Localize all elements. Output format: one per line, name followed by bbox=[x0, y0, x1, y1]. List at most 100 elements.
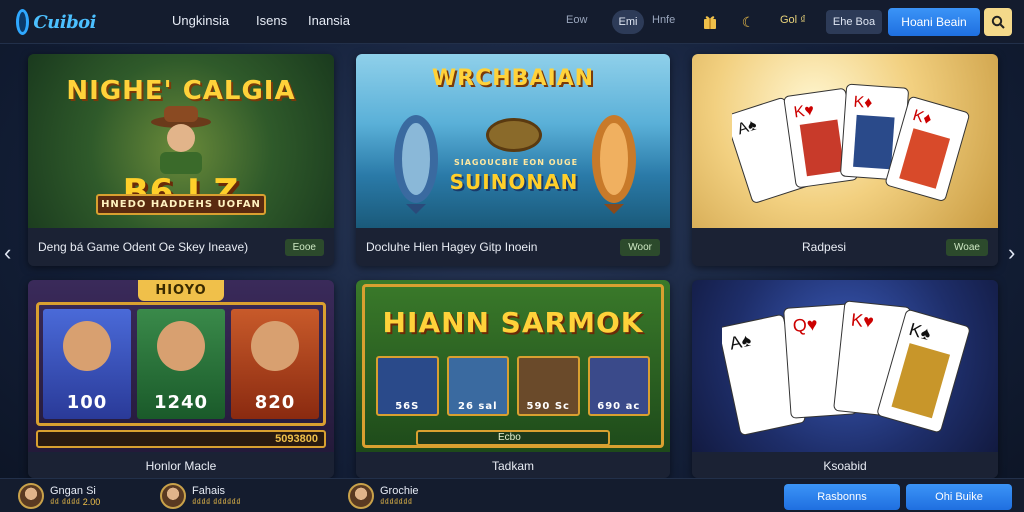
player-item-2[interactable]: Fahais ₫₫₫₫ ₫₫₫₫₫₫ bbox=[160, 483, 241, 509]
slot-symbol-1: 56S bbox=[376, 356, 439, 416]
card-2-art-subtitle-2: SUINONAN bbox=[449, 170, 579, 194]
svg-text:K♥: K♥ bbox=[793, 102, 815, 122]
svg-text:K♥: K♥ bbox=[850, 310, 875, 332]
card-4-art-banner: HIOYO bbox=[138, 280, 224, 301]
card-2-art-title: WRCHBAIAN bbox=[431, 66, 595, 91]
slot-symbol-2-label: 26 sal bbox=[457, 401, 498, 412]
gift-icon[interactable] bbox=[698, 10, 722, 34]
game-card-2-footer: Docluhe Hien Hagey Gitp Inoein Woor bbox=[356, 228, 670, 266]
card-5-art-title: HIANN SARMOK bbox=[382, 306, 644, 339]
game-card-5-title: Tadkam bbox=[491, 459, 535, 473]
card-2-art-subtitle-1: SIAGOUCBIE EON OUGE bbox=[453, 158, 579, 167]
player-3-name: Grochie bbox=[380, 484, 419, 497]
playing-cards-icon-2: A♠ Q♥ K♥ K♠ bbox=[718, 290, 972, 455]
player-2-name: Fahais bbox=[192, 484, 226, 497]
site-logo[interactable]: Cuiboi bbox=[16, 6, 96, 38]
bottom-button-2[interactable]: Ohi Buike bbox=[906, 484, 1012, 510]
game-card-2-tag[interactable]: Woor bbox=[620, 238, 660, 256]
game-card-1-art: NIGHE' CALGIA B6 I Z HNEDO HADDEHS UOFAN bbox=[28, 54, 334, 228]
game-card-6-footer: Ksoabid bbox=[692, 454, 998, 478]
game-card-1-title: Deng bá Game Odent Oe Skey Ineave) bbox=[38, 240, 249, 254]
cowboy-character-icon bbox=[148, 104, 214, 174]
game-card-6[interactable]: A♠ Q♥ K♥ K♠ Ksoabid bbox=[692, 280, 998, 478]
game-card-2-title: Docluhe Hien Hagey Gitp Inoein bbox=[366, 240, 538, 254]
slot-reel-1: 100 bbox=[43, 309, 131, 419]
slot-symbol-2: 26 sal bbox=[446, 356, 509, 416]
game-card-2[interactable]: WRCHBAIAN SIAGOUCBIE EON OUGE SUINONAN D… bbox=[356, 54, 670, 266]
player-1-name: Gngan Si bbox=[50, 484, 96, 497]
game-card-1-footer: Deng bá Game Odent Oe Skey Ineave) Eooe bbox=[28, 228, 334, 266]
slot-value-2: 1240 bbox=[153, 392, 209, 413]
nav-link-3[interactable]: Inansia bbox=[308, 13, 350, 28]
search-icon bbox=[991, 15, 1005, 29]
header-primary-button[interactable]: Hoani Beain bbox=[888, 8, 980, 36]
game-card-5-art: HIANN SARMOK 56S 26 sal 590 Sc 690 ac Ec… bbox=[356, 280, 670, 452]
slot-symbol-1-label: 56S bbox=[395, 401, 420, 412]
slot-symbol-4: 690 ac bbox=[587, 356, 650, 416]
top-navigation-bar: Cuiboi Ungkinsia Isens Inansia Eow Emi H… bbox=[0, 0, 1024, 44]
game-card-4[interactable]: HIOYO 100 1240 820 5093800 Honlor Macle bbox=[28, 280, 334, 478]
moon-icon[interactable]: ☾ bbox=[736, 10, 760, 34]
game-card-3[interactable]: A♠ K♥ K♦ K♦ Radpesi Woae bbox=[692, 54, 998, 266]
playing-cards-icon: A♠ K♥ K♦ K♦ bbox=[725, 74, 972, 229]
logo-icon bbox=[16, 9, 30, 35]
search-button[interactable] bbox=[984, 8, 1012, 36]
player-3-sub: ₫₫₫₫₫₫₫ bbox=[380, 496, 413, 507]
game-card-3-footer: Radpesi Woae bbox=[692, 228, 998, 266]
slot-symbols: 56S 26 sal 590 Sc 690 ac bbox=[376, 356, 650, 416]
header-link-text[interactable]: Eow bbox=[566, 14, 587, 26]
svg-text:Q♥: Q♥ bbox=[792, 314, 818, 336]
card-1-art-title: NIGHE' CALGIA bbox=[66, 76, 296, 106]
slot-value-3: 820 bbox=[254, 392, 296, 413]
slot-symbol-4-label: 690 ac bbox=[597, 401, 641, 412]
player-2-sub: ₫₫₫₫ ₫₫₫₫₫₫ bbox=[192, 496, 241, 507]
logo-text: Cuiboi bbox=[33, 11, 96, 33]
game-card-3-title: Radpesi bbox=[802, 240, 847, 254]
game-card-3-art: A♠ K♥ K♦ K♦ bbox=[692, 54, 998, 228]
player-item-3[interactable]: Grochie ₫₫₫₫₫₫₫ bbox=[348, 483, 419, 509]
game-card-4-footer: Honlor Macle bbox=[28, 454, 334, 478]
slot-reels: 100 1240 820 bbox=[36, 302, 326, 426]
player-1-sub: ₫₫ ₫₫₫₫ 2.00 bbox=[50, 496, 101, 507]
slot-symbol-3: 590 Sc bbox=[517, 356, 580, 416]
carousel-prev-arrow-icon[interactable]: ‹ bbox=[4, 240, 11, 266]
avatar bbox=[18, 483, 44, 509]
nav-link-2[interactable]: Isens bbox=[256, 13, 287, 28]
bottom-button-1[interactable]: Rasbonns bbox=[784, 484, 900, 510]
bottom-bar: Gngan Si ₫₫ ₫₫₫₫ 2.00 Fahais ₫₫₫₫ ₫₫₫₫₫₫… bbox=[0, 478, 1024, 512]
fish-right-icon bbox=[574, 104, 654, 219]
avatar bbox=[348, 483, 374, 509]
game-card-3-tag[interactable]: Woae bbox=[946, 238, 988, 256]
basket-icon bbox=[486, 118, 542, 152]
header-link-text-2[interactable]: Hnfe bbox=[652, 14, 675, 26]
nav-link-1[interactable]: Ungkinsia bbox=[172, 13, 229, 28]
slot-reel-2: 1240 bbox=[137, 309, 225, 419]
game-card-6-art: A♠ Q♥ K♥ K♠ bbox=[692, 280, 998, 452]
carousel-next-arrow-icon[interactable]: › bbox=[1008, 240, 1015, 266]
slot-bar-text-2: Ecbo bbox=[498, 432, 521, 443]
game-card-5[interactable]: HIANN SARMOK 56S 26 sal 590 Sc 690 ac Ec… bbox=[356, 280, 670, 478]
game-card-4-title: Honlor Macle bbox=[145, 459, 217, 473]
character-portrait-icon bbox=[157, 321, 205, 371]
slot-value-1: 100 bbox=[66, 392, 108, 413]
card-1-art-subtitle: HNEDO HADDEHS UOFAN bbox=[96, 194, 266, 215]
coin-balance-text: Gol ₫ bbox=[780, 14, 806, 26]
game-card-2-art: WRCHBAIAN SIAGOUCBIE EON OUGE SUINONAN bbox=[356, 54, 670, 228]
slot-bar-value: 5093800 bbox=[275, 433, 318, 445]
header-secondary-button[interactable]: Ehe Boa bbox=[826, 10, 882, 34]
avatar bbox=[160, 483, 186, 509]
game-card-1-tag[interactable]: Eooe bbox=[284, 238, 324, 256]
fish-left-icon bbox=[376, 104, 456, 219]
character-portrait-icon bbox=[251, 321, 299, 371]
slot-symbol-3-label: 590 Sc bbox=[526, 401, 570, 412]
player-item-1[interactable]: Gngan Si ₫₫ ₫₫₫₫ 2.00 bbox=[18, 483, 100, 509]
game-card-5-footer: Tadkam bbox=[356, 454, 670, 478]
game-card-6-title: Ksoabid bbox=[823, 459, 867, 473]
svg-text:K♦: K♦ bbox=[853, 94, 873, 112]
game-card-1[interactable]: NIGHE' CALGIA B6 I Z HNEDO HADDEHS UOFAN… bbox=[28, 54, 334, 266]
slot-reel-3: 820 bbox=[231, 309, 319, 419]
game-card-4-art: HIOYO 100 1240 820 5093800 bbox=[28, 280, 334, 452]
slot-status-bar-2: Ecbo bbox=[416, 430, 610, 446]
header-pill-button[interactable]: Emi bbox=[612, 10, 644, 34]
character-portrait-icon bbox=[63, 321, 111, 371]
